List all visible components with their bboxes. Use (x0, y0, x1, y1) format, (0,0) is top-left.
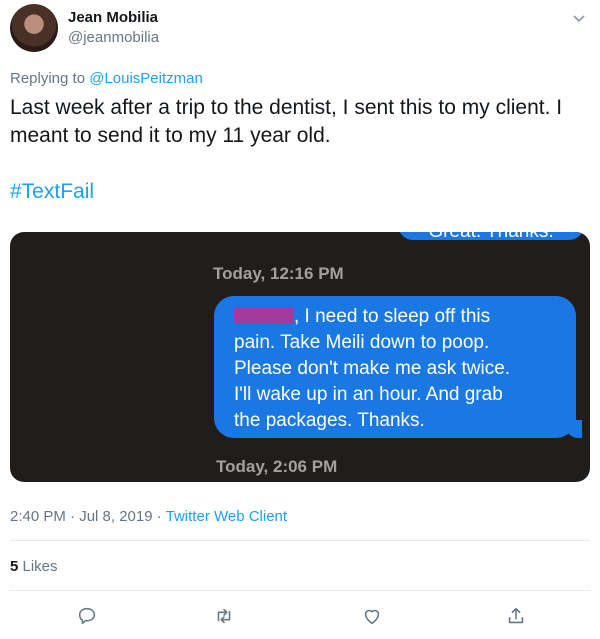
replying-to: Replying to @LouisPeitzman (10, 70, 203, 87)
message-line: I'll wake up in an hour. And grab (234, 384, 503, 405)
tweet-text: Last week after a trip to the dentist, I… (10, 96, 563, 147)
attached-image[interactable]: Great. Thanks. Today, 12:16 PM , I need … (10, 232, 590, 482)
chevron-down-icon[interactable] (572, 12, 586, 26)
reply-icon[interactable] (76, 605, 98, 627)
bubble-tail (566, 420, 582, 438)
hashtag-link[interactable]: #TextFail (10, 180, 94, 204)
sent-message-bubble: , I need to sleep off this pain. Take Me… (214, 296, 582, 438)
tweet-meta: 2:40 PM · Jul 8, 2019 · Twitter Web Clie… (10, 508, 287, 525)
message-line: pain. Take Meili down to poop. (234, 332, 490, 353)
message-timestamp: Today, 12:16 PM (213, 264, 344, 283)
redacted-name (234, 308, 294, 324)
message-timestamp: Today, 2:06 PM (216, 457, 338, 476)
author-name[interactable]: Jean Mobilia (68, 9, 158, 26)
message-line: the packages. Thanks. (234, 410, 425, 431)
likes-count[interactable]: 5 Likes (10, 558, 58, 575)
client-link[interactable]: Twitter Web Client (166, 508, 287, 525)
share-icon[interactable] (505, 605, 527, 627)
tweet-timestamp[interactable]: 2:40 PM · Jul 8, 2019 · (10, 508, 166, 525)
author-handle[interactable]: @jeanmobilia (68, 29, 159, 46)
divider (10, 540, 590, 541)
message-line: , I need to sleep off this (234, 304, 562, 330)
avatar[interactable] (10, 4, 58, 52)
divider (10, 590, 590, 591)
replying-to-link[interactable]: @LouisPeitzman (89, 70, 203, 87)
retweet-icon[interactable] (213, 605, 235, 627)
replying-prefix: Replying to (10, 70, 90, 87)
message-line: Please don't make me ask twice. (234, 358, 511, 379)
cut-off-message-bubble: Great. Thanks. (398, 232, 584, 242)
like-icon[interactable] (361, 605, 383, 627)
